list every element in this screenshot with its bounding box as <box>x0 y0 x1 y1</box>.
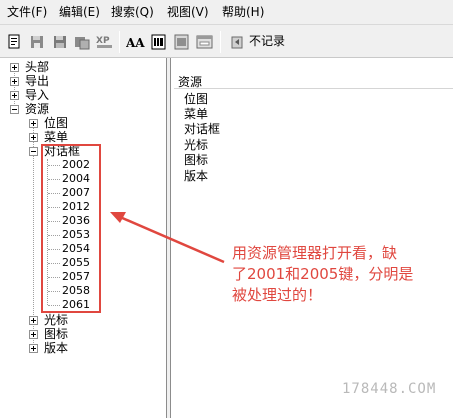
annotation-line-2: 了2001和2005键，分明是 <box>232 265 414 283</box>
annotation-line-1: 用资源管理器打开看，缺 <box>232 244 398 262</box>
watermark: 178448.COM <box>342 381 437 397</box>
annotation-text: 用资源管理器打开看，缺 了2001和2005键，分明是 被处理过的！ <box>232 243 450 306</box>
annotation-line-3: 被处理过的！ <box>232 286 323 304</box>
annotation-arrow <box>110 212 225 264</box>
